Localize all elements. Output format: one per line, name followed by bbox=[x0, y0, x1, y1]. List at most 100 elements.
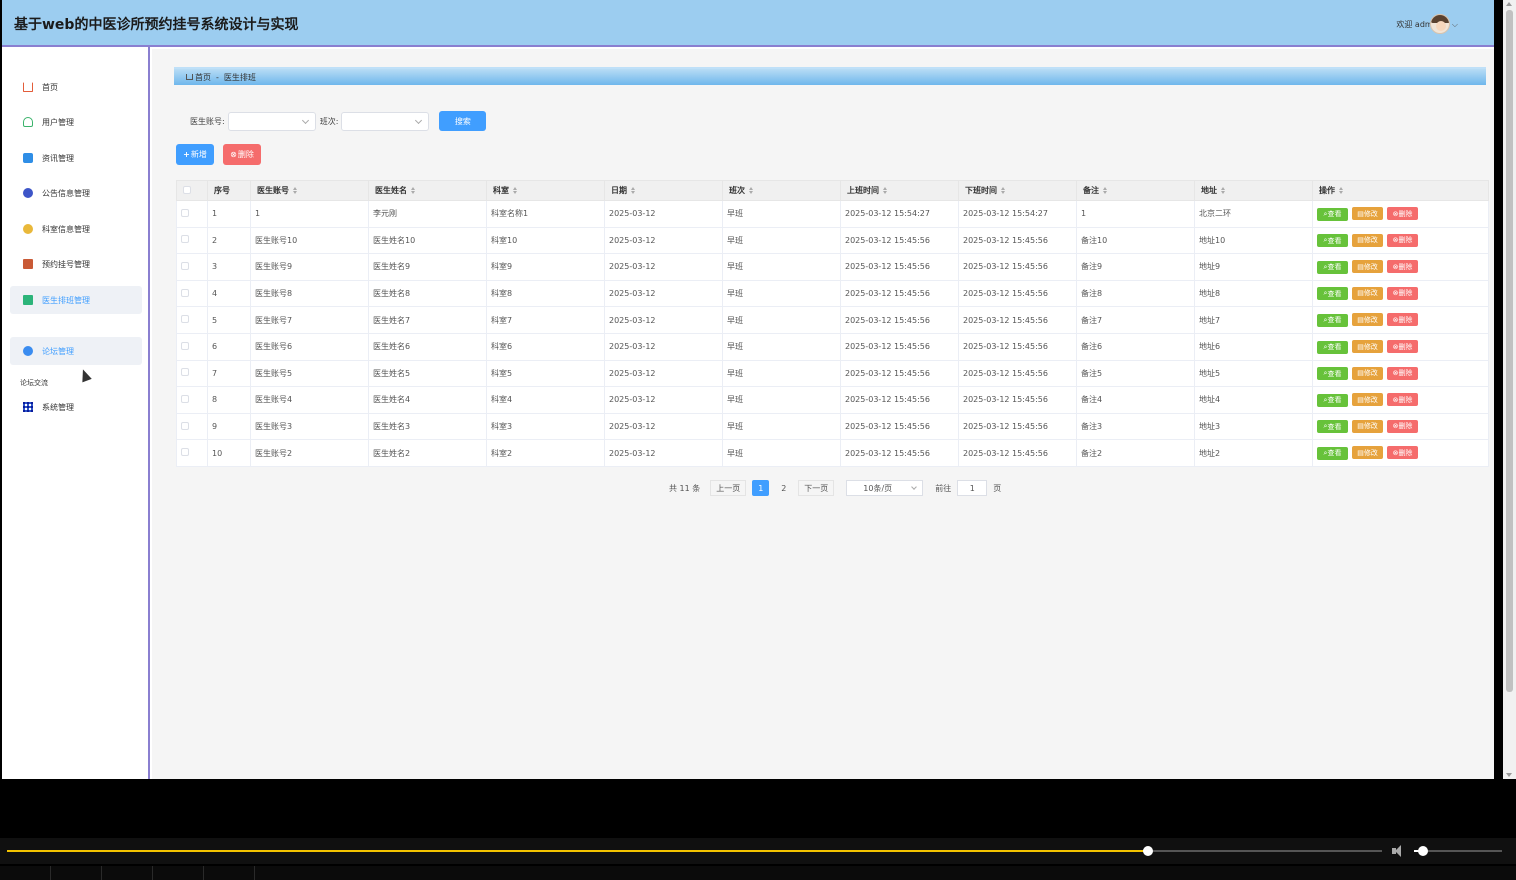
row-checkbox[interactable] bbox=[181, 394, 189, 403]
view-button[interactable]: ⌕ 查看 bbox=[1317, 260, 1348, 274]
edit-button[interactable]: ▤ 修改 bbox=[1352, 207, 1383, 221]
row-checkbox[interactable] bbox=[181, 421, 189, 430]
row-checkbox[interactable] bbox=[181, 288, 189, 297]
view-button[interactable]: ⌕ 查看 bbox=[1317, 313, 1348, 327]
sidebar-item-home[interactable]: 首页 bbox=[10, 73, 142, 101]
sidebar-item-system[interactable]: 系统管理 bbox=[10, 393, 142, 421]
sort-icon[interactable] bbox=[1221, 187, 1225, 194]
delete-button[interactable]: ⊗ 删除 bbox=[1387, 366, 1418, 380]
row-checkbox[interactable] bbox=[181, 235, 189, 244]
select-all-checkbox[interactable] bbox=[183, 185, 191, 194]
view-button[interactable]: ⌕ 查看 bbox=[1317, 420, 1348, 434]
volume-icon[interactable] bbox=[1392, 845, 1406, 857]
delete-button[interactable]: ⊗ 删除 bbox=[1387, 393, 1418, 407]
taskbar-item[interactable] bbox=[153, 866, 204, 880]
next-page-button[interactable]: 下一页 bbox=[798, 480, 835, 496]
sidebar-item-notice[interactable]: 公告信息管理 bbox=[10, 179, 142, 207]
row-checkbox[interactable] bbox=[181, 448, 189, 457]
sidebar-item-news[interactable]: 资讯管理 bbox=[10, 144, 142, 172]
sort-icon[interactable] bbox=[883, 187, 887, 194]
delete-button[interactable]: ⊗ 删除 bbox=[1387, 260, 1418, 274]
edit-button[interactable]: ▤ 修改 bbox=[1352, 446, 1383, 460]
breadcrumb-home[interactable]: 首页 bbox=[195, 72, 211, 83]
page-scrollbar[interactable] bbox=[1503, 0, 1516, 779]
batch-delete-button[interactable]: ⊗ 删除 bbox=[223, 144, 261, 165]
column-header[interactable]: 医生姓名 bbox=[368, 180, 487, 201]
row-checkbox[interactable] bbox=[181, 208, 189, 217]
sidebar-item-appointment[interactable]: 预约挂号管理 bbox=[10, 250, 142, 278]
view-button[interactable]: ⌕ 查看 bbox=[1317, 393, 1348, 407]
view-button[interactable]: ⌕ 查看 bbox=[1317, 367, 1348, 381]
sort-icon[interactable] bbox=[1103, 187, 1107, 194]
chevron-down-icon[interactable]: ⌵ bbox=[1452, 20, 1458, 30]
view-button[interactable]: ⌕ 查看 bbox=[1317, 340, 1348, 354]
page-number-2[interactable]: 2 bbox=[775, 480, 792, 496]
edit-button[interactable]: ▤ 修改 bbox=[1352, 260, 1383, 274]
delete-button[interactable]: ⊗ 删除 bbox=[1387, 233, 1418, 247]
doctor-account-select[interactable] bbox=[227, 111, 316, 131]
delete-button[interactable]: ⊗ 删除 bbox=[1387, 207, 1418, 221]
volume-slider[interactable] bbox=[1414, 846, 1502, 856]
sidebar-item-forum[interactable]: 论坛管理 bbox=[10, 337, 142, 365]
page-number-1[interactable]: 1 bbox=[752, 480, 770, 496]
scrollbar-thumb[interactable] bbox=[1506, 10, 1513, 692]
video-progress-bar[interactable] bbox=[7, 846, 1382, 856]
sort-icon[interactable] bbox=[293, 187, 297, 194]
taskbar-item[interactable] bbox=[204, 866, 255, 880]
view-button[interactable]: ⌕ 查看 bbox=[1317, 234, 1348, 248]
shift-select[interactable] bbox=[341, 111, 430, 131]
row-checkbox[interactable] bbox=[181, 261, 189, 270]
goto-page-input[interactable]: 1 bbox=[957, 480, 988, 496]
edit-button[interactable]: ▤ 修改 bbox=[1352, 286, 1383, 300]
add-button[interactable]: + 新增 bbox=[176, 144, 214, 165]
taskbar-item[interactable] bbox=[0, 866, 51, 880]
sort-icon[interactable] bbox=[631, 187, 635, 194]
scroll-up-icon[interactable] bbox=[1506, 2, 1512, 6]
delete-button[interactable]: ⊗ 删除 bbox=[1387, 446, 1418, 460]
edit-button[interactable]: ▤ 修改 bbox=[1352, 393, 1383, 407]
avatar-icon[interactable] bbox=[1430, 14, 1450, 34]
view-button[interactable]: ⌕ 查看 bbox=[1317, 287, 1348, 301]
table-cell: 科室9 bbox=[486, 253, 605, 281]
delete-button[interactable]: ⊗ 删除 bbox=[1387, 286, 1418, 300]
column-header[interactable]: 班次 bbox=[722, 180, 841, 201]
row-checkbox[interactable] bbox=[181, 368, 189, 377]
column-header[interactable]: 医生账号 bbox=[250, 180, 369, 201]
page-size-select[interactable]: 10条/页 bbox=[846, 480, 924, 496]
view-button[interactable]: ⌕ 查看 bbox=[1317, 446, 1348, 460]
column-header[interactable]: 上班时间 bbox=[840, 180, 959, 201]
progress-knob[interactable] bbox=[1143, 846, 1154, 856]
sort-icon[interactable] bbox=[1001, 187, 1005, 194]
view-button[interactable]: ⌕ 查看 bbox=[1317, 207, 1348, 221]
volume-knob[interactable] bbox=[1417, 846, 1428, 856]
edit-button[interactable]: ▤ 修改 bbox=[1352, 233, 1383, 247]
row-checkbox[interactable] bbox=[181, 341, 189, 350]
edit-button[interactable]: ▤ 修改 bbox=[1352, 419, 1383, 433]
search-button[interactable]: 搜索 bbox=[439, 111, 487, 131]
sidebar-item-schedule[interactable]: 医生排班管理 bbox=[10, 286, 142, 314]
delete-button[interactable]: ⊗ 删除 bbox=[1387, 340, 1418, 354]
column-header[interactable]: 日期 bbox=[604, 180, 723, 201]
sidebar-item-department[interactable]: 科室信息管理 bbox=[10, 215, 142, 243]
column-header[interactable]: 下班时间 bbox=[958, 180, 1077, 201]
column-header[interactable]: 科室 bbox=[486, 180, 605, 201]
delete-button[interactable]: ⊗ 删除 bbox=[1387, 419, 1418, 433]
sidebar-item-users[interactable]: 用户管理 bbox=[10, 108, 142, 136]
sort-icon[interactable] bbox=[513, 187, 517, 194]
sort-icon[interactable] bbox=[1339, 187, 1343, 194]
taskbar-item[interactable] bbox=[102, 866, 153, 880]
edit-button[interactable]: ▤ 修改 bbox=[1352, 366, 1383, 380]
column-header[interactable]: 备注 bbox=[1076, 180, 1195, 201]
column-header[interactable]: 操作 bbox=[1312, 180, 1489, 201]
edit-button[interactable]: ▤ 修改 bbox=[1352, 340, 1383, 354]
row-checkbox[interactable] bbox=[181, 315, 189, 324]
edit-button[interactable]: ▤ 修改 bbox=[1352, 313, 1383, 327]
forum-submenu-label[interactable]: 论坛交流 bbox=[20, 378, 48, 388]
column-header[interactable]: 地址 bbox=[1194, 180, 1313, 201]
taskbar-item[interactable] bbox=[51, 866, 102, 880]
delete-button[interactable]: ⊗ 删除 bbox=[1387, 313, 1418, 327]
sort-icon[interactable] bbox=[411, 187, 415, 194]
sort-icon[interactable] bbox=[749, 187, 753, 194]
prev-page-button[interactable]: 上一页 bbox=[710, 480, 747, 496]
scroll-down-icon[interactable] bbox=[1506, 773, 1512, 777]
